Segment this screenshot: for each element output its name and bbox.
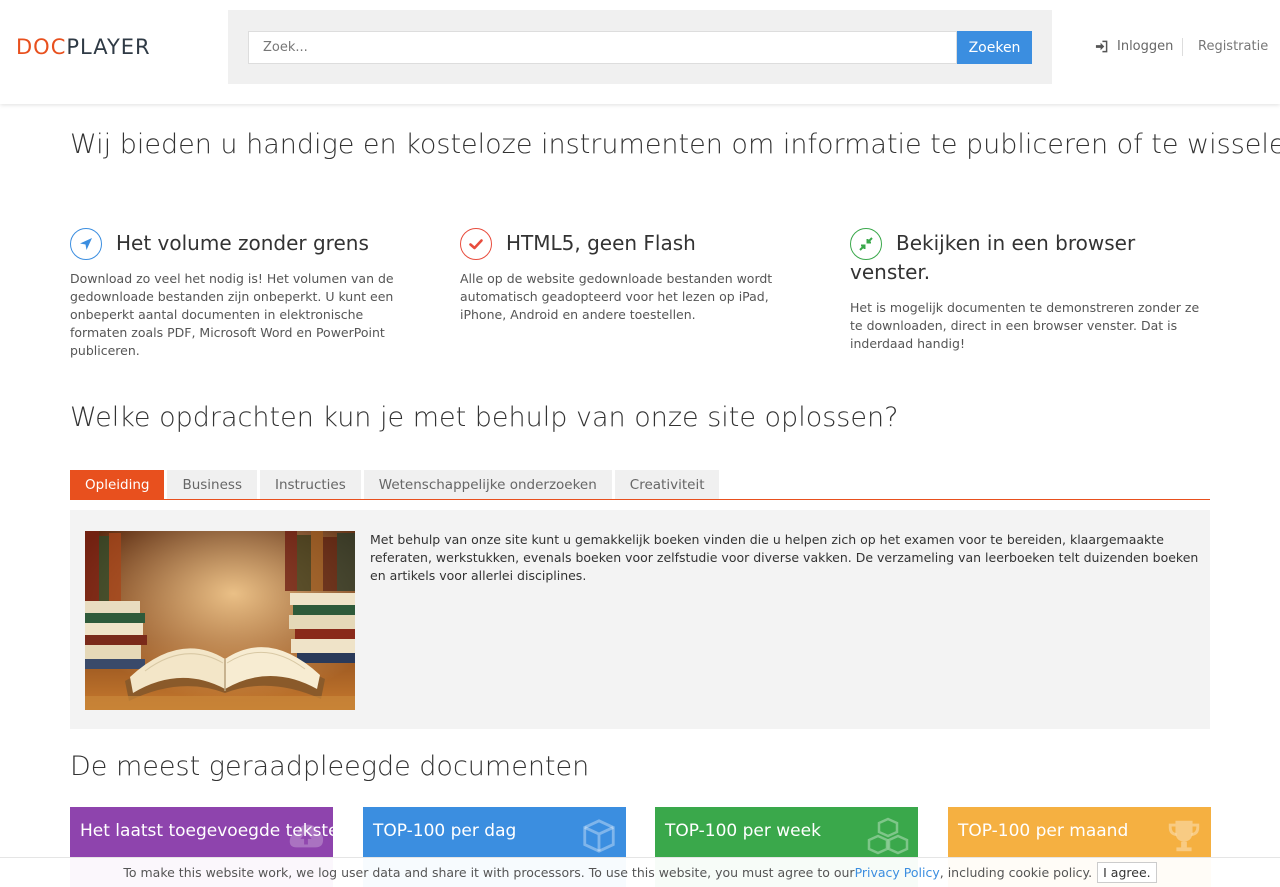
feature-title: Bekijken in een browser venster.: [850, 231, 1136, 284]
card-title: TOP-100 per dag: [373, 821, 517, 841]
tab-panel: Met behulp van onze site kunt u gemakkel…: [70, 510, 1210, 729]
tab-creativiteit[interactable]: Creativiteit: [614, 470, 720, 499]
feature-browser-view: Bekijken in een browser venster. Het is …: [850, 228, 1210, 353]
feature-text: Alle op de website gedownloade bestanden…: [460, 271, 773, 322]
logo-player: PLAYER: [66, 35, 151, 59]
compress-arrows-icon: [850, 228, 882, 260]
feature-title: HTML5, geen Flash: [506, 231, 696, 255]
feature-html5: HTML5, geen Flash Alle op de website ged…: [460, 228, 810, 324]
sign-in-icon: [1095, 40, 1108, 53]
cookie-text-after: , including cookie policy.: [939, 865, 1093, 880]
feature-title: Het volume zonder grens: [116, 231, 369, 255]
navigation-arrow-icon: [70, 228, 102, 260]
tab-opleiding[interactable]: Opleiding: [70, 470, 165, 499]
documents-title: De meest geraadpleegde documenten: [70, 751, 590, 782]
tab-instructies[interactable]: Instructies: [259, 470, 361, 499]
card-title: TOP-100 per maand: [958, 821, 1129, 841]
feature-text: Download zo veel het nodig is! Het volum…: [70, 271, 394, 358]
search-input[interactable]: [248, 31, 957, 64]
task-tabs: Opleiding Business Instructies Wetenscha…: [70, 470, 1210, 500]
tab-panel-text: Met behulp van onze site kunt u gemakkel…: [370, 532, 1199, 583]
search-panel: Zoeken: [228, 10, 1052, 84]
header-divider: [1182, 38, 1183, 56]
login-link[interactable]: Inloggen: [1095, 39, 1173, 54]
feature-text: Het is mogelijk documenten te demonstrer…: [850, 300, 1200, 351]
cookie-text: To make this website work, we log user d…: [123, 865, 855, 880]
site-header: DOCPLAYER Zoeken Inloggen Registratie: [0, 0, 1280, 104]
checkmark-icon: [460, 228, 492, 260]
docplayer-logo[interactable]: DOCPLAYER: [16, 35, 151, 59]
cookie-agree-button[interactable]: I agree.: [1097, 862, 1157, 883]
feature-unlimited-volume: Het volume zonder grens Download zo veel…: [70, 228, 420, 360]
card-title: TOP-100 per week: [665, 821, 821, 841]
search-button[interactable]: Zoeken: [957, 31, 1032, 64]
tasks-title: Welke opdrachten kun je met behulp van o…: [70, 402, 899, 433]
card-title: Het laatst toegevoegde teksten: [80, 821, 333, 841]
cookie-banner: To make this website work, we log user d…: [0, 857, 1280, 887]
logo-doc: DOC: [16, 35, 67, 59]
intro-title: Wij bieden u handige en kosteloze instru…: [70, 129, 1280, 160]
trophy-icon: [1168, 820, 1200, 852]
register-link[interactable]: Registratie: [1198, 39, 1268, 54]
tab-business[interactable]: Business: [167, 470, 257, 499]
tab-wetenschappelijke-onderzoeken[interactable]: Wetenschappelijke onderzoeken: [363, 470, 612, 499]
books-image: [85, 531, 355, 710]
cubes-icon: [867, 817, 909, 855]
cube-icon: [583, 819, 615, 853]
privacy-policy-link[interactable]: Privacy Policy: [855, 865, 940, 880]
login-label: Inloggen: [1117, 39, 1174, 54]
